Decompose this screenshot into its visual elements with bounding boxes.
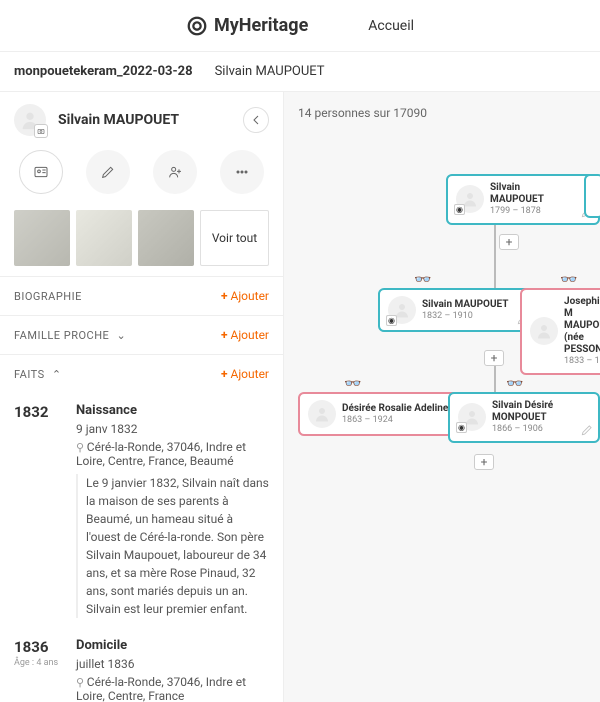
fact-date: 9 janv 1832 [76,422,269,436]
camera-icon[interactable] [34,124,48,138]
id-card-icon [33,164,49,180]
logo-icon [186,15,208,37]
profile-view-button[interactable] [19,150,63,194]
glasses-icon: 👓 [414,272,431,288]
add-person-icon [167,164,183,180]
add-node-button[interactable]: + [484,350,504,366]
camera-icon: ◉ [454,204,465,215]
tree-node-son[interactable]: ◉ Silvain Désiré MONPOUET1866 – 1906 [448,392,600,443]
section-facts[interactable]: FAITS ⌃ Ajouter [0,354,283,393]
fact-title: Domicile [76,638,269,653]
tree-node-mother[interactable]: Josephine M MAUPOUET (née PESSON)1833 – … [520,288,600,375]
node-name: Silvain MAUPOUET [422,299,508,311]
fact-place: Céré-la-Ronde, 37046, Indre et Loire, Ce… [76,440,269,468]
brand-logo[interactable]: MyHeritage [186,15,308,37]
tree-node-father[interactable]: ◉ Silvain MAUPOUET1832 – 1910 [378,288,536,332]
media-thumb[interactable] [14,210,70,266]
back-button[interactable] [243,107,269,133]
nav-home[interactable]: Accueil [368,18,414,34]
add-person-button[interactable] [153,150,197,194]
media-thumb[interactable] [76,210,132,266]
person-avatar[interactable] [14,104,46,136]
person-sidebar: Silvain MAUPOUET Voir tout BIOGRAPHIE Aj… [0,92,284,702]
fact-date: juillet 1836 [76,657,269,671]
camera-icon: ◉ [386,315,397,326]
node-name: Silvain MAUPOUET [490,182,572,206]
breadcrumb-person[interactable]: Silvain MAUPOUET [215,64,325,79]
node-avatar: ◉ [388,296,416,324]
node-dates: 1799 – 1878 [490,206,572,217]
brand-text: MyHeritage [214,15,308,36]
app-header: MyHeritage Accueil [0,0,600,52]
pencil-icon[interactable] [580,423,594,437]
add-biography[interactable]: Ajouter [221,289,269,303]
node-avatar [308,400,336,428]
section-biography[interactable]: BIOGRAPHIE Ajouter [0,276,283,315]
more-button[interactable] [220,150,264,194]
fact-row[interactable]: 1832 Naissance 9 janv 1832 Céré-la-Ronde… [14,393,269,628]
add-family[interactable]: Ajouter [221,328,269,342]
section-title: BIOGRAPHIE [14,290,82,303]
person-name: Silvain MAUPOUET [58,112,179,128]
tree-count: 14 personnes sur 17090 [284,92,600,134]
fact-title: Naissance [76,403,269,418]
node-dates: 1833 – 1912 [564,356,600,367]
pencil-icon [100,164,116,180]
tree-canvas[interactable]: ◉ Silvain MAUPOUET1799 – 1878 + 👓 👓 ◉ Si… [284,132,600,702]
chevron-down-icon: ⌄ [117,329,127,342]
add-fact[interactable]: Ajouter [221,367,269,381]
fact-age: Âge : 4 ans [14,658,62,668]
media-thumb[interactable] [138,210,194,266]
breadcrumb: monpouetekeram_2022-03-28 Silvain MAUPOU… [0,52,600,92]
camera-icon: ◉ [456,422,467,433]
action-bar [0,136,283,210]
node-dates: 1832 – 1910 [422,311,508,322]
tree-node-partial[interactable] [584,174,600,218]
add-node-button[interactable]: + [499,234,519,250]
fact-year: 1836Âge : 4 ans [14,638,62,702]
fact-place: Céré-la-Ronde, 37046, Indre et Loire, Ce… [76,675,269,702]
media-thumbnails: Voir tout [0,210,283,276]
facts-list: 1832 Naissance 9 janv 1832 Céré-la-Ronde… [0,393,283,702]
chevron-up-icon: ⌃ [52,368,62,381]
fact-row[interactable]: 1836Âge : 4 ans Domicile juillet 1836 Cé… [14,628,269,702]
more-icon [234,164,250,180]
glasses-icon: 👓 [506,376,523,392]
glasses-icon: 👓 [560,272,577,288]
edit-button[interactable] [86,150,130,194]
node-avatar [530,317,558,345]
section-title: FAITS ⌃ [14,368,62,381]
node-avatar: ◉ [458,403,486,431]
node-name: Silvain Désiré MONPOUET [492,400,572,424]
breadcrumb-site[interactable]: monpouetekeram_2022-03-28 [14,64,193,79]
section-family[interactable]: FAMILLE PROCHE ⌄ Ajouter [0,315,283,354]
add-node-button[interactable]: + [474,454,494,470]
node-avatar: ◉ [456,185,484,213]
glasses-icon: 👓 [344,376,361,392]
node-name: Josephine M MAUPOUET (née PESSON) [564,296,600,356]
person-header: Silvain MAUPOUET [0,92,283,136]
fact-description: Le 9 janvier 1832, Silvain naît dans la … [76,474,269,618]
fact-year: 1832 [14,403,62,618]
section-title: FAMILLE PROCHE ⌄ [14,329,126,342]
view-all-media[interactable]: Voir tout [200,210,269,266]
tree-node-grandfather[interactable]: ◉ Silvain MAUPOUET1799 – 1878 [446,174,600,225]
node-dates: 1866 – 1906 [492,424,572,435]
tree-canvas-area[interactable]: 14 personnes sur 17090 ◉ Silvain MAUPOUE… [284,92,600,702]
chevron-left-icon [248,112,264,128]
